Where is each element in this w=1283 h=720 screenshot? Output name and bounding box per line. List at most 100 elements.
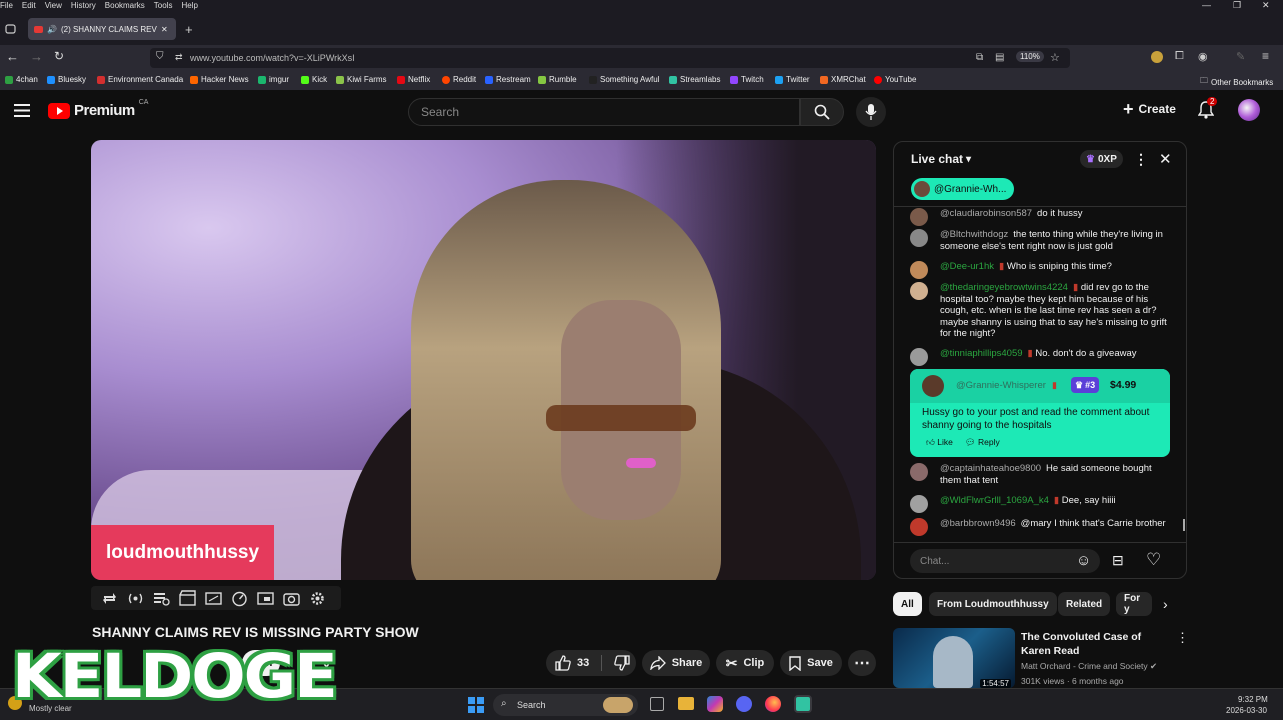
settings-gear-icon[interactable] [309,590,326,607]
xp-badge[interactable]: ♛ 0XP [1080,150,1123,168]
tab-overview-icon[interactable] [5,24,16,34]
restore-icon[interactable]: ❐ [1233,0,1241,11]
chat-scrollbar[interactable] [1183,519,1185,531]
bookmark-something-awful[interactable]: Something Awful [589,75,659,84]
bookmark-kick[interactable]: Kick [301,75,327,84]
chat-author[interactable]: @Bltchwithdogz [940,229,1008,240]
chat-author[interactable]: @thedaringeyebrowtwins4224 [940,282,1068,293]
window-close-icon[interactable]: ✕ [1262,0,1270,11]
playlist-icon[interactable] [153,590,170,607]
voice-search-button[interactable] [856,97,886,127]
menu-bookmarks[interactable]: Bookmarks [105,1,145,10]
account-icon[interactable]: ◉ [1198,50,1208,63]
chip-all[interactable]: All [893,592,922,616]
bookmark-netflix[interactable]: Netflix [397,75,430,84]
pinned-supporter-chip[interactable]: @Grannie-Wh... [911,178,1015,200]
speed-gauge-icon[interactable] [231,590,248,607]
extension-icon[interactable] [1151,51,1163,63]
menu-file[interactable]: File [0,1,13,10]
back-icon[interactable]: ← [6,49,19,64]
video-player[interactable]: loudmouthhussy [91,140,876,580]
thumbs-down-icon[interactable] [614,655,630,671]
related-video-title[interactable]: The Convoluted Case of Karen Read [1021,630,1171,658]
pen-icon[interactable]: ✎ [1236,50,1245,63]
extensions-puzzle-icon[interactable]: ⧠ [1175,50,1184,63]
create-button[interactable]: + Create [1123,100,1176,118]
chat-input[interactable]: Chat... [910,549,1100,573]
chip-from-channel[interactable]: From Loudmouthhussy [929,592,1057,616]
bookmark-twitter[interactable]: Twitter [775,75,810,84]
file-explorer-icon[interactable] [678,697,694,710]
menu-view[interactable]: View [45,1,62,10]
share-button[interactable]: Share [642,650,710,676]
broadcast-icon[interactable] [127,590,144,607]
bookmark-star-icon[interactable]: ☆ [1050,51,1060,64]
menu-help[interactable]: Help [181,1,197,10]
bookmark-xmrchat[interactable]: XMRChat [820,75,866,84]
more-actions-button[interactable]: ⋯ [848,650,876,676]
chevron-right-icon[interactable]: › [1163,596,1168,612]
notifications-button[interactable]: 2 [1197,97,1218,124]
new-tab-icon[interactable]: + [185,22,193,37]
permissions-icon[interactable]: ⇄ [175,52,183,63]
taskbar-search[interactable]: ⌕ Search [493,694,638,716]
live-chat-mode-dropdown[interactable]: Live chat ▾ [911,152,971,166]
related-video-thumbnail[interactable]: 1:54:57 [893,628,1015,688]
streamlabs-app-icon[interactable] [794,695,812,713]
hamburger-menu-icon[interactable] [14,104,30,117]
menu-edit[interactable]: Edit [22,1,36,10]
tab-close-icon[interactable]: ✕ [161,25,168,34]
browser-tab-active[interactable]: 🔊 (2) SHANNY CLAIMS REV IS ✕ [28,18,176,40]
miniplayer-icon[interactable] [257,590,274,607]
minimize-icon[interactable]: — [1202,0,1211,10]
reply-button[interactable]: 💬︎ Reply [965,437,1000,448]
other-bookmarks[interactable]: 🗀 Other Bookmarks [1200,75,1273,89]
bookmark-imgur[interactable]: imgur [258,75,289,84]
like-button[interactable]: 33 [555,655,589,671]
menu-history[interactable]: History [71,1,96,10]
screenshot-crop-icon[interactable] [205,590,222,607]
chip-related[interactable]: Related [1058,592,1111,616]
chat-author[interactable]: @WldFlwrGrlll_1069A_k4 [940,495,1049,506]
chat-author[interactable]: @claudiarobinson587 [940,208,1032,219]
bookmark-4chan[interactable]: 4chan [5,75,38,84]
emoji-icon[interactable]: ☺ [1076,552,1091,569]
reload-icon[interactable]: ↻ [54,49,64,63]
bookmark-rumble[interactable]: Rumble [538,75,577,84]
copilot-icon[interactable] [707,696,723,712]
bookmark-twitch[interactable]: Twitch [730,75,764,84]
forward-icon[interactable]: → [30,49,43,64]
zoom-level[interactable]: 110% [1016,51,1044,62]
related-video-channel[interactable]: Matt Orchard - Crime and Society ✔ [1021,661,1157,672]
youtube-logo[interactable]: Premium CA [48,99,148,119]
reader-view-icon[interactable]: ▤ [995,52,1004,63]
chat-more-options-icon[interactable]: ⋮ [1134,151,1148,168]
search-button[interactable] [800,98,844,126]
search-input[interactable]: Search [408,98,800,126]
bookmark-hacker-news[interactable]: Hacker News [190,75,249,84]
user-avatar[interactable] [1238,99,1260,121]
speaker-icon[interactable]: 🔊 [47,25,57,34]
heart-icon[interactable]: ♡ [1146,550,1161,570]
windows-start-icon[interactable] [468,697,484,713]
camera-icon[interactable] [283,590,300,607]
shield-icon[interactable]: ⛉ [156,51,164,62]
clock-time[interactable]: 9:32 PM [1238,695,1268,704]
close-chat-icon[interactable]: ✕ [1159,150,1172,168]
clip-button[interactable]: ✂ Clip [716,650,774,676]
firefox-icon[interactable] [765,696,781,712]
bookmark-streamlabs[interactable]: Streamlabs [669,75,720,84]
chat-author[interactable]: @Dee-ur1hk [940,261,994,272]
bookmark-kiwi-farms[interactable]: Kiwi Farms [336,75,387,84]
picture-in-picture-icon[interactable]: ⧉ [976,52,983,63]
bookmark-reddit[interactable]: Reddit [442,75,476,84]
url-bar[interactable]: ⛉ ⇄ www.youtube.com/watch?v=-XLiPWrkXsI … [150,48,1070,68]
related-more-icon[interactable]: ⋮ [1176,630,1189,646]
bookmark-bluesky[interactable]: Bluesky [47,75,86,84]
save-button[interactable]: Save [780,650,842,676]
chat-author[interactable]: @captainhateahoe9800 [940,463,1041,474]
bookmark-restream[interactable]: Restream [485,75,531,84]
discord-icon[interactable] [736,696,752,712]
menu-tools[interactable]: Tools [154,1,173,10]
super-chat-author[interactable]: @Grannie-Whisperer [956,380,1046,391]
